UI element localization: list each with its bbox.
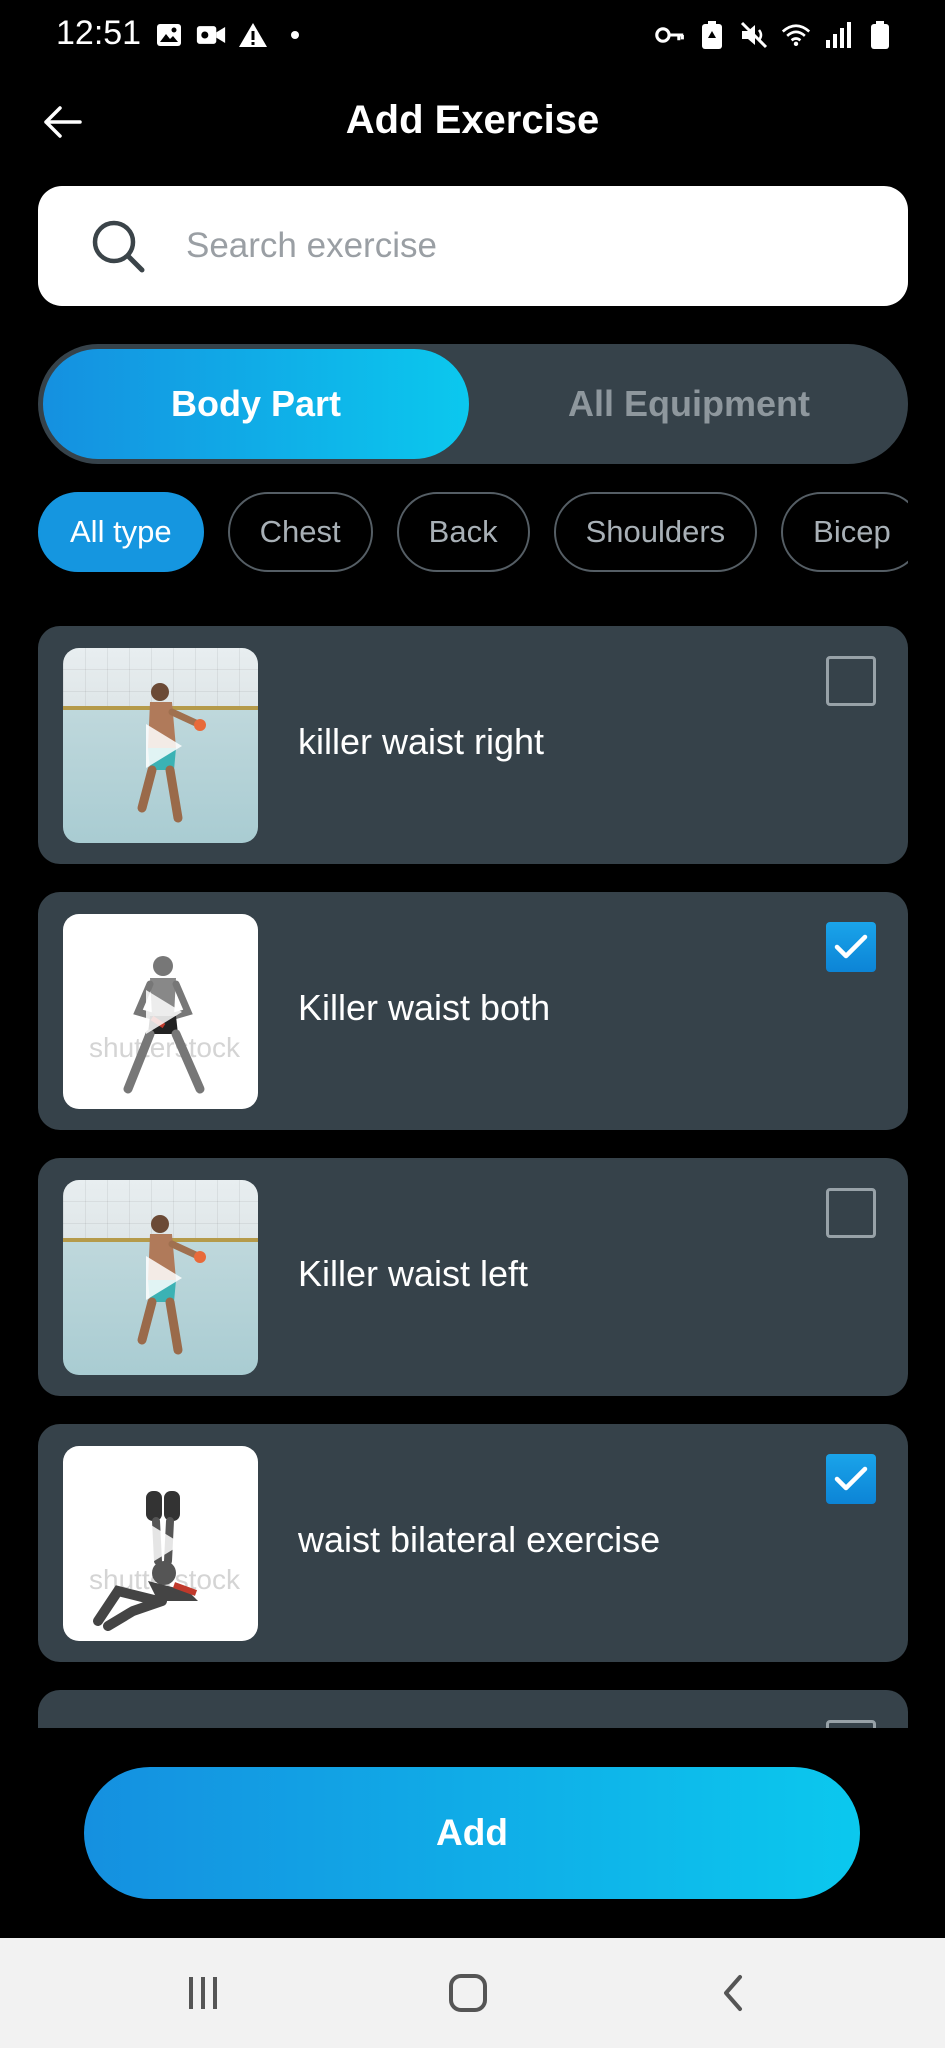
segment-all-equipment[interactable]: All Equipment: [474, 349, 904, 459]
mute-icon: [739, 20, 769, 50]
exercise-card[interactable]: [38, 1690, 908, 1728]
recent-apps-button[interactable]: [173, 1966, 233, 2020]
search-input[interactable]: [186, 216, 866, 276]
status-time: 12:51: [56, 14, 142, 52]
dot-icon: [280, 20, 310, 50]
exercise-name: Killer waist both: [298, 987, 551, 1028]
chip-all-type[interactable]: All type: [38, 492, 204, 572]
back-icon: [724, 1975, 742, 2011]
search-icon: [88, 216, 148, 276]
home-icon: [449, 1974, 487, 2012]
page-title: Add Exercise: [345, 98, 600, 142]
category-chips: All type Chest Back Shoulders Bicep: [38, 492, 908, 574]
exercise-thumbnail[interactable]: shutterstock: [63, 1446, 258, 1641]
add-button[interactable]: Add: [84, 1767, 860, 1899]
chip-bicep[interactable]: Bicep: [781, 492, 908, 572]
battery-icon: [865, 20, 895, 50]
checkmark-icon: [834, 1466, 868, 1491]
home-button[interactable]: [438, 1966, 498, 2020]
checkmark-icon: [834, 934, 868, 959]
chip-shoulders[interactable]: Shoulders: [553, 492, 758, 572]
chip-chest[interactable]: Chest: [227, 492, 373, 572]
exercise-card[interactable]: shutterstock Killer waist both: [38, 892, 908, 1130]
signal-icon: [823, 20, 853, 50]
exercise-list: killer waist right shutterstock Killer w…: [38, 626, 908, 1728]
nav-back-button[interactable]: [703, 1966, 763, 2020]
battery-saver-icon: [697, 20, 727, 50]
filter-segment: Body Part All Equipment: [38, 344, 908, 464]
segment-body-part[interactable]: Body Part: [43, 349, 469, 459]
search-bar[interactable]: [38, 186, 908, 306]
play-icon: [146, 1256, 182, 1300]
exercise-checkbox[interactable]: [826, 656, 876, 706]
exercise-checkbox[interactable]: [826, 922, 876, 972]
warning-icon: [238, 20, 268, 50]
exercise-thumbnail[interactable]: [63, 648, 258, 843]
vpn-key-icon: [655, 20, 685, 50]
recent-apps-icon: [189, 1977, 217, 2009]
exercise-card[interactable]: Killer waist left: [38, 1158, 908, 1396]
play-icon: [146, 1522, 182, 1566]
exercise-card[interactable]: shutterstock waist bilateral exercise: [38, 1424, 908, 1662]
play-icon: [146, 990, 182, 1034]
exercise-thumbnail[interactable]: shutterstock: [63, 914, 258, 1109]
wifi-icon: [781, 20, 811, 50]
exercise-checkbox[interactable]: [826, 1720, 876, 1728]
exercise-name: killer waist right: [298, 721, 545, 762]
chip-back[interactable]: Back: [396, 492, 530, 572]
exercise-name: Killer waist left: [298, 1253, 529, 1294]
video-icon: [196, 20, 226, 50]
exercise-checkbox[interactable]: [826, 1188, 876, 1238]
status-bar: 12:51: [0, 0, 945, 72]
exercise-thumbnail[interactable]: [63, 1180, 258, 1375]
exercise-card[interactable]: killer waist right: [38, 626, 908, 864]
system-nav-bar: [0, 1938, 945, 2048]
gallery-icon: [154, 20, 184, 50]
exercise-name: waist bilateral exercise: [298, 1519, 661, 1560]
play-icon: [146, 724, 182, 768]
exercise-checkbox[interactable]: [826, 1454, 876, 1504]
